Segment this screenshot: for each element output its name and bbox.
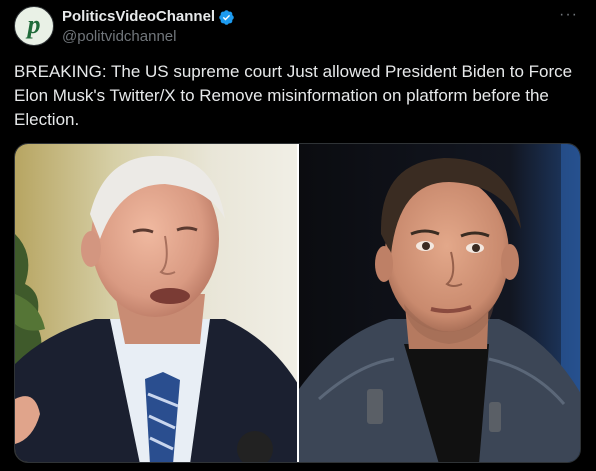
verified-badge-icon[interactable] — [218, 9, 235, 26]
avatar-letter: p — [27, 9, 41, 39]
right-photo[interactable] — [299, 144, 580, 462]
tweet-post[interactable]: p PoliticsVideoChannel @politvidchannel … — [0, 0, 596, 471]
more-options-icon[interactable]: ··· — [559, 6, 578, 24]
avatar[interactable]: p — [14, 6, 54, 46]
tweet-text: BREAKING: The US supreme court Just allo… — [14, 62, 573, 129]
tweet-media[interactable] — [14, 143, 581, 463]
author-info: PoliticsVideoChannel @politvidchannel — [62, 8, 235, 46]
left-photo[interactable] — [15, 144, 297, 462]
author-display-name[interactable]: PoliticsVideoChannel — [62, 8, 215, 26]
author-handle[interactable]: @politvidchannel — [62, 28, 235, 46]
